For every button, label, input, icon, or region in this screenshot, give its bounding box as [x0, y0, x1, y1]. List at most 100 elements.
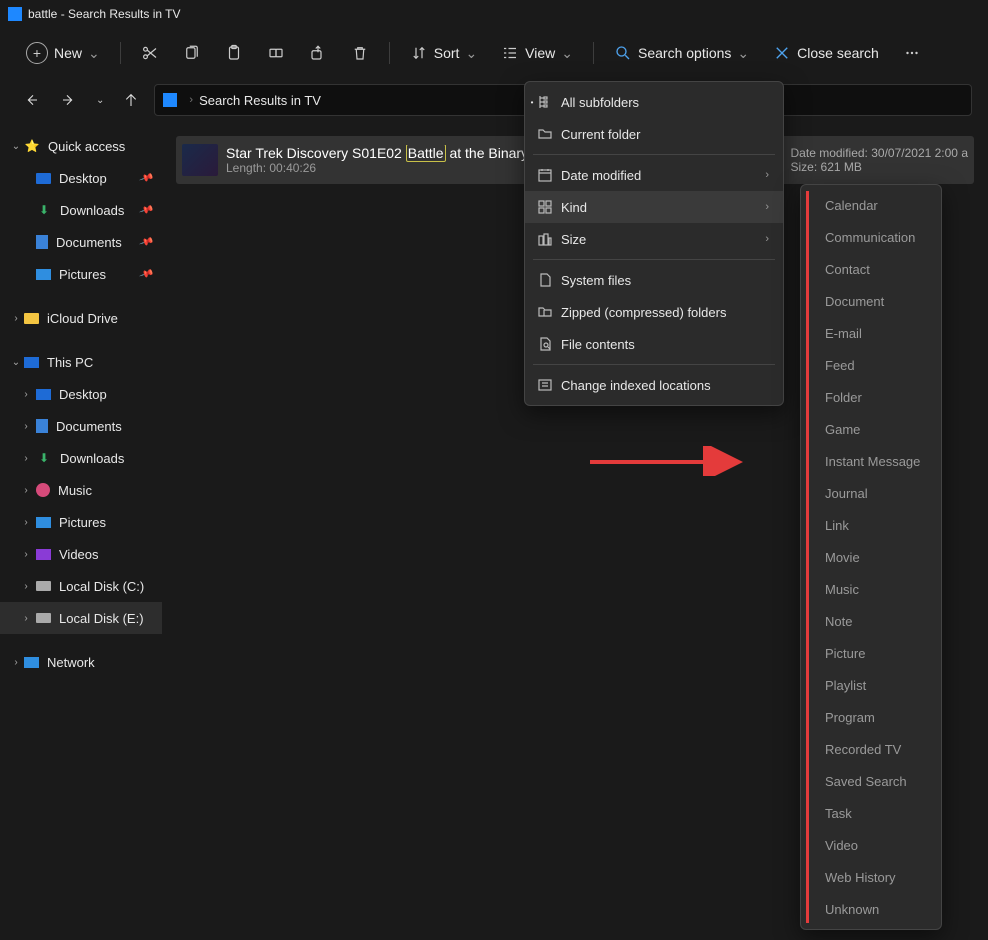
forward-button[interactable]: [54, 85, 84, 115]
kind-option-game[interactable]: Game: [801, 413, 941, 445]
video-icon: [36, 549, 51, 560]
chevron-right-icon[interactable]: ›: [20, 389, 32, 400]
sidebar: ⌄ ⭐ Quick access Desktop 📌 ⬇ Downloads 📌…: [0, 122, 162, 940]
sidebar-pc-videos[interactable]: › Videos: [0, 538, 162, 570]
kind-option-music[interactable]: Music: [801, 573, 941, 605]
sidebar-quick-access[interactable]: ⌄ ⭐ Quick access: [0, 130, 162, 162]
sidebar-pc-downloads[interactable]: › ⬇ Downloads: [0, 442, 162, 474]
sidebar-qa-pictures[interactable]: Pictures 📌: [0, 258, 162, 290]
paste-button[interactable]: [217, 36, 251, 70]
kind-option-e-mail[interactable]: E-mail: [801, 317, 941, 349]
kind-option-program[interactable]: Program: [801, 701, 941, 733]
search-options-label: Search options: [638, 45, 731, 61]
kind-option-video[interactable]: Video: [801, 829, 941, 861]
back-button[interactable]: [16, 85, 46, 115]
sidebar-pc-local-disk-e[interactable]: › Local Disk (E:): [0, 602, 162, 634]
sidebar-qa-downloads[interactable]: ⬇ Downloads 📌: [0, 194, 162, 226]
share-icon: [309, 44, 327, 62]
menu-file-contents[interactable]: File contents: [525, 328, 783, 360]
menu-separator: [533, 154, 775, 155]
chevron-down-icon[interactable]: ⌄: [10, 357, 22, 368]
up-button[interactable]: [116, 85, 146, 115]
pin-icon: 📌: [138, 170, 154, 185]
kind-option-link[interactable]: Link: [801, 509, 941, 541]
kind-option-recorded-tv[interactable]: Recorded TV: [801, 733, 941, 765]
kind-option-feed[interactable]: Feed: [801, 349, 941, 381]
menu-change-indexed[interactable]: Change indexed locations: [525, 369, 783, 401]
drive-icon: [36, 581, 51, 591]
kind-icon: [537, 199, 553, 215]
tree-icon: [537, 94, 553, 110]
sidebar-pc-music[interactable]: › Music: [0, 474, 162, 506]
more-button[interactable]: [895, 36, 929, 70]
kind-option-unknown[interactable]: Unknown: [801, 893, 941, 925]
chevron-right-icon[interactable]: ›: [20, 421, 32, 432]
sidebar-icloud-drive[interactable]: › iCloud Drive: [0, 302, 162, 334]
menu-kind[interactable]: Kind ›: [525, 191, 783, 223]
download-icon: ⬇: [36, 450, 52, 466]
network-icon: [24, 657, 39, 668]
chevron-right-icon[interactable]: ›: [20, 581, 32, 592]
chevron-right-icon[interactable]: ›: [10, 313, 22, 324]
kind-option-task[interactable]: Task: [801, 797, 941, 829]
download-icon: ⬇: [36, 202, 52, 218]
kind-option-calendar[interactable]: Calendar: [801, 189, 941, 221]
recent-locations-button[interactable]: ⌄: [92, 95, 108, 106]
kind-option-contact[interactable]: Contact: [801, 253, 941, 285]
chevron-right-icon[interactable]: ›: [20, 517, 32, 528]
kind-option-saved-search[interactable]: Saved Search: [801, 765, 941, 797]
kind-option-folder[interactable]: Folder: [801, 381, 941, 413]
desktop-icon: [36, 389, 51, 400]
chevron-right-icon[interactable]: ›: [10, 657, 22, 668]
arrow-up-icon: [123, 92, 139, 108]
kind-option-document[interactable]: Document: [801, 285, 941, 317]
menu-current-folder[interactable]: Current folder: [525, 118, 783, 150]
music-icon: [36, 483, 50, 497]
cut-button[interactable]: [133, 36, 167, 70]
sidebar-qa-desktop[interactable]: Desktop 📌: [0, 162, 162, 194]
sidebar-this-pc[interactable]: ⌄ This PC: [0, 346, 162, 378]
menu-zipped-folders[interactable]: Zipped (compressed) folders: [525, 296, 783, 328]
menu-size[interactable]: Size ›: [525, 223, 783, 255]
chevron-right-icon[interactable]: ›: [20, 453, 32, 464]
sidebar-pc-local-disk-c[interactable]: › Local Disk (C:): [0, 570, 162, 602]
delete-button[interactable]: [343, 36, 377, 70]
kind-option-web-history[interactable]: Web History: [801, 861, 941, 893]
pc-icon: [24, 357, 39, 368]
chevron-right-icon[interactable]: ›: [20, 549, 32, 560]
rename-button[interactable]: [259, 36, 293, 70]
close-search-button[interactable]: Close search: [765, 36, 887, 70]
sidebar-pc-pictures[interactable]: › Pictures: [0, 506, 162, 538]
kind-option-journal[interactable]: Journal: [801, 477, 941, 509]
chevron-down-icon[interactable]: ⌄: [10, 141, 22, 152]
sort-button[interactable]: Sort ⌄: [402, 36, 485, 70]
search-options-button[interactable]: Search options ⌄: [606, 36, 757, 70]
new-button[interactable]: + New ⌄: [18, 36, 108, 70]
sidebar-pc-desktop[interactable]: › Desktop: [0, 378, 162, 410]
kind-option-movie[interactable]: Movie: [801, 541, 941, 573]
sidebar-qa-documents[interactable]: Documents 📌: [0, 226, 162, 258]
chevron-right-icon[interactable]: ›: [20, 613, 32, 624]
close-icon: [773, 44, 791, 62]
copy-button[interactable]: [175, 36, 209, 70]
menu-date-modified[interactable]: Date modified ›: [525, 159, 783, 191]
kind-option-instant-message[interactable]: Instant Message: [801, 445, 941, 477]
menu-all-subfolders[interactable]: • All subfolders: [525, 86, 783, 118]
kind-option-playlist[interactable]: Playlist: [801, 669, 941, 701]
kind-option-communication[interactable]: Communication: [801, 221, 941, 253]
chevron-right-icon: ›: [765, 169, 769, 181]
chevron-right-icon[interactable]: ›: [20, 485, 32, 496]
sidebar-network[interactable]: › Network: [0, 646, 162, 678]
titlebar: battle - Search Results in TV: [0, 0, 988, 28]
view-button[interactable]: View ⌄: [493, 36, 581, 70]
menu-system-files[interactable]: System files: [525, 264, 783, 296]
trash-icon: [351, 44, 369, 62]
kind-option-note[interactable]: Note: [801, 605, 941, 637]
toolbar: + New ⌄ Sort ⌄ View ⌄ Search options ⌄ C…: [0, 28, 988, 78]
file-icon: [537, 272, 553, 288]
kind-option-picture[interactable]: Picture: [801, 637, 941, 669]
picture-icon: [36, 269, 51, 280]
share-button[interactable]: [301, 36, 335, 70]
sidebar-pc-documents[interactable]: › Documents: [0, 410, 162, 442]
result-metadata: Date modified: 30/07/2021 2:00 a Size: 6…: [791, 146, 968, 174]
